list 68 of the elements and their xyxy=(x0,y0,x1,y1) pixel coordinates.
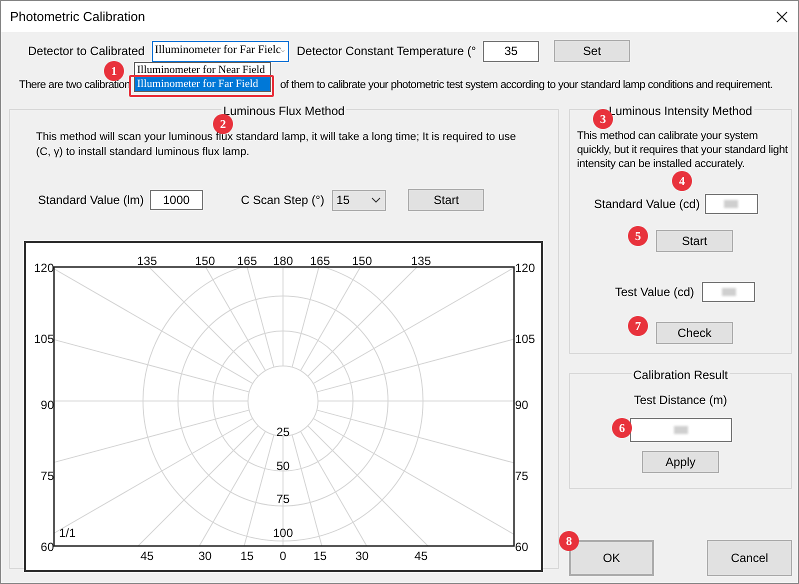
field-label: Detector Constant Temperature (° xyxy=(296,43,476,60)
caret-icon xyxy=(371,197,382,203)
button[interactable]: Start xyxy=(408,189,484,211)
field-label: Standard Value (cd) xyxy=(594,196,700,213)
field-label: Test Distance (m) xyxy=(634,392,728,409)
button[interactable]: Check xyxy=(656,322,733,344)
axis-label: 150 xyxy=(194,254,216,268)
dropdown-option[interactable]: Illuminometer for Far Field xyxy=(135,77,270,91)
standard-value-field[interactable]: 1000 xyxy=(150,190,203,210)
axis-label: 90 xyxy=(40,398,54,412)
field-label: C Scan Step (°) xyxy=(240,192,324,209)
window-title: Photometric Calibration xyxy=(10,8,146,26)
button[interactable]: Set xyxy=(554,40,630,62)
step-marker: 5 xyxy=(628,226,648,246)
method-description: This method can calibrate your system quickly, but it requires that your standard light intensity can be installed accurately. xyxy=(577,129,789,171)
step-marker: 1 xyxy=(104,61,124,81)
close-icon[interactable] xyxy=(776,10,788,22)
axis-label: 165 xyxy=(310,254,330,268)
axis-label: 45 xyxy=(414,549,428,563)
axis-label: 105 xyxy=(34,332,54,346)
axis-label: 1/1 xyxy=(59,526,76,540)
dropdown-value: Illuminometer for Far Fielc xyxy=(154,43,281,58)
axis-label: 60 xyxy=(40,540,54,554)
step-marker: 8 xyxy=(559,531,579,551)
axis-label: 75 xyxy=(276,492,290,506)
blurred-value xyxy=(722,288,736,296)
input-field[interactable] xyxy=(630,418,732,442)
scan-step-dropdown[interactable]: 15 xyxy=(332,190,386,210)
axis-label: 15 xyxy=(313,549,327,563)
blurred-value xyxy=(724,200,738,208)
axis-label: 75 xyxy=(40,469,54,483)
dropdown-value: 15 xyxy=(336,192,350,209)
button[interactable]: Cancel xyxy=(707,540,792,576)
dropdown-option[interactable]: Illuminometer for Near Field xyxy=(135,63,270,77)
button[interactable]: Apply xyxy=(642,451,719,473)
field-label: Detector to Calibrated xyxy=(28,43,145,60)
axis-label: 15 xyxy=(240,549,254,563)
axis-label: 75 xyxy=(515,469,528,483)
blurred-value xyxy=(674,426,688,434)
field-label: Standard Value (lm) xyxy=(38,192,144,209)
axis-label: 45 xyxy=(140,549,154,563)
detector-dropdown[interactable]: Illuminometer for Far Fielc xyxy=(152,40,289,62)
axis-label: 120 xyxy=(515,261,536,275)
axis-label: 100 xyxy=(272,526,294,540)
axis-label: 165 xyxy=(236,254,258,268)
caret-icon xyxy=(280,48,285,54)
axis-label: 30 xyxy=(355,549,369,563)
axis-label: 135 xyxy=(136,254,158,268)
axis-label: 120 xyxy=(34,261,54,275)
axis-label: 180 xyxy=(272,254,294,268)
axis-label: 0 xyxy=(280,549,286,563)
button[interactable]: Start xyxy=(656,230,733,252)
axis-label: 150 xyxy=(352,254,372,268)
step-marker: 7 xyxy=(628,316,648,336)
axis-label: 105 xyxy=(515,332,536,346)
step-marker: 6 xyxy=(612,418,632,438)
temperature-field[interactable]: 35 xyxy=(483,40,540,62)
input-field[interactable] xyxy=(702,282,756,302)
axis-label: 30 xyxy=(198,549,212,563)
axis-label: 50 xyxy=(276,459,290,473)
step-marker: 4 xyxy=(672,171,692,191)
axis-label: 60 xyxy=(515,540,528,554)
field-label: Test Value (cd) xyxy=(615,284,694,301)
info-text: of them to calibrate your photometric test system according to your standard lamp conditions and requirement. xyxy=(280,78,773,93)
input-field[interactable] xyxy=(704,194,758,214)
axis-label: 90 xyxy=(515,398,528,412)
axis-label: 135 xyxy=(410,254,432,268)
axis-label: 25 xyxy=(276,425,290,439)
